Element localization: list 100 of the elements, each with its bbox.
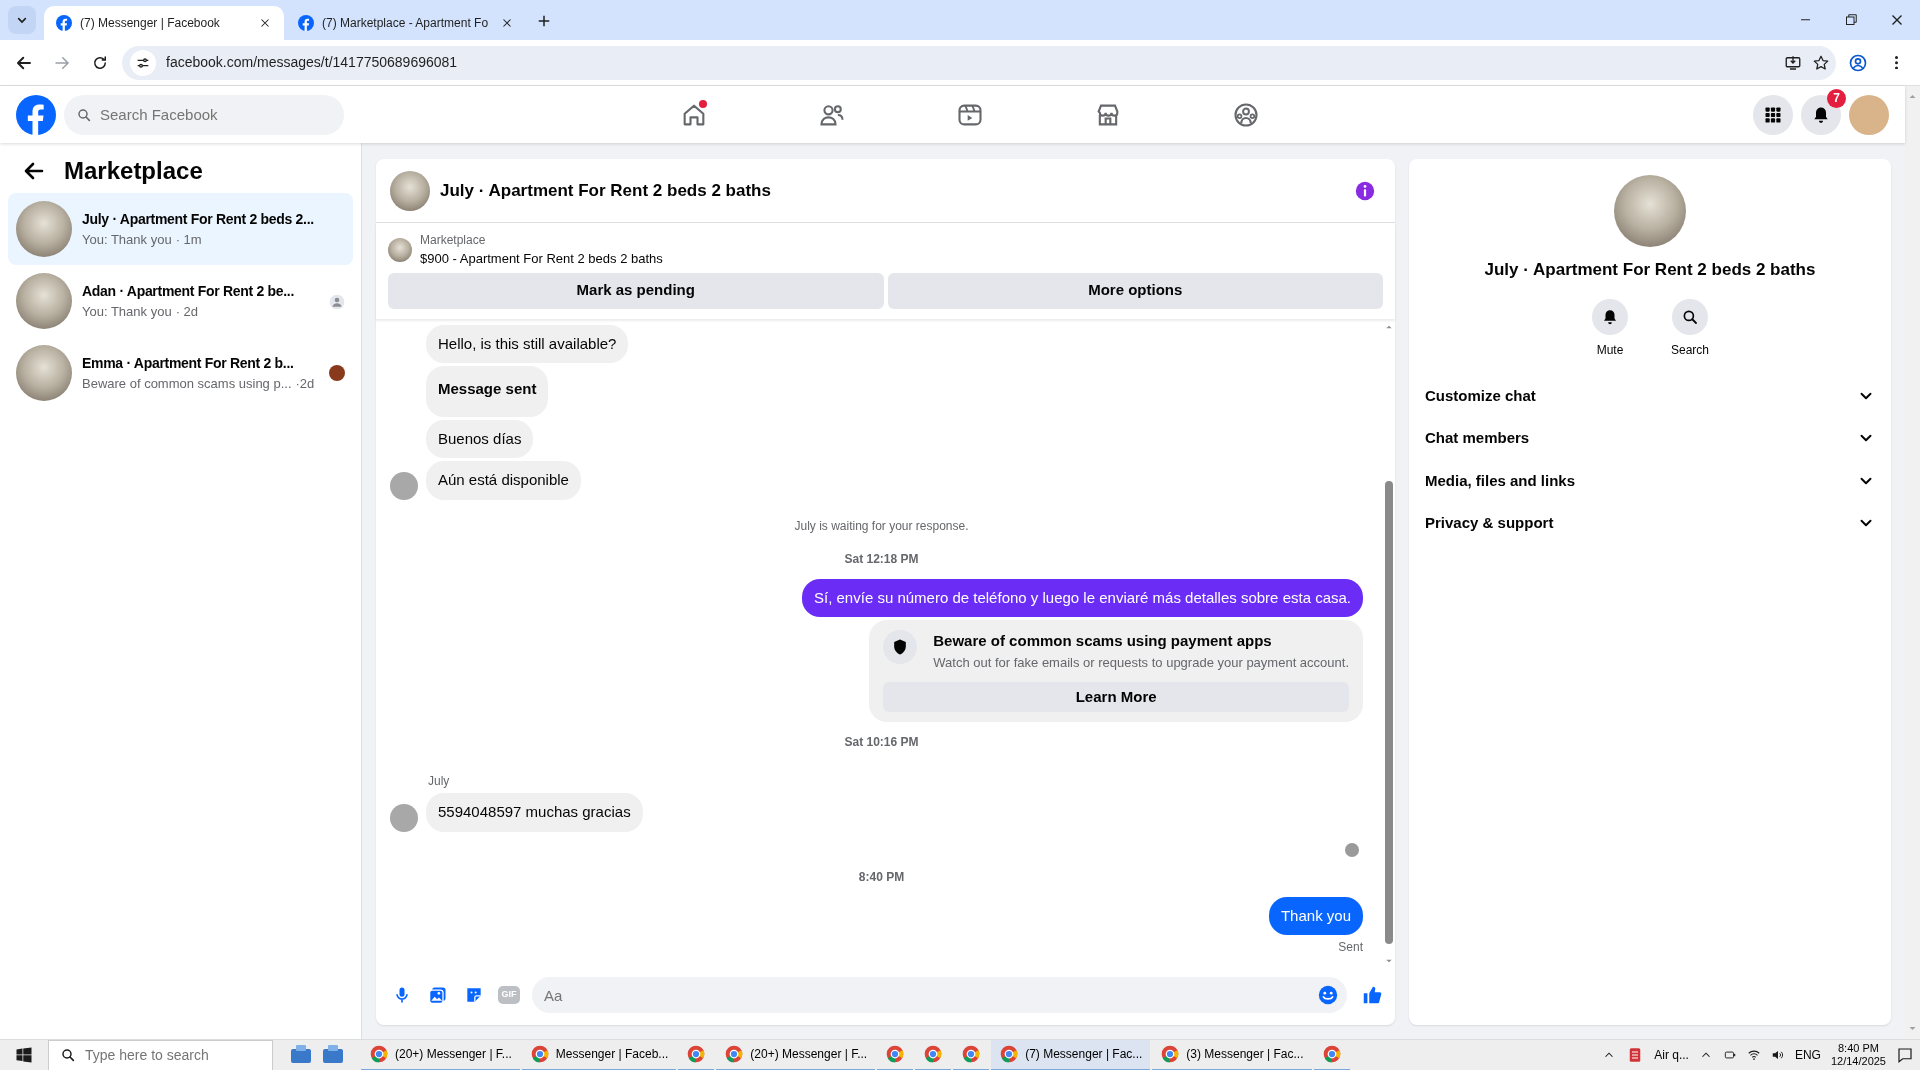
more-icon <box>1894 55 1898 70</box>
message-bubble: Hello, is this still available? <box>426 324 629 363</box>
chrome-icon <box>1160 1044 1181 1064</box>
facebook-logo-icon <box>298 15 314 31</box>
photo-placeholder <box>390 170 430 211</box>
taskbar-search-field[interactable]: Type here to search <box>48 1039 273 1070</box>
search-field[interactable]: Search Facebook <box>64 94 344 135</box>
language-indicator[interactable]: ENG <box>1794 1046 1821 1064</box>
action-button[interactable]: Mark as pending <box>388 272 884 309</box>
chrome-icon <box>724 1044 745 1064</box>
tab-search-button[interactable] <box>8 6 36 34</box>
clock-date: 12/14/2025 <box>1830 1055 1886 1069</box>
message-preview: Beware of common scams using p... <box>82 374 292 393</box>
seen-avatar <box>1345 842 1359 857</box>
sender-name: July <box>427 773 451 790</box>
reload-icon <box>91 53 109 72</box>
wifi-icon[interactable] <box>1746 1048 1761 1062</box>
speaker-icon[interactable] <box>1770 1048 1785 1062</box>
chrome-icon <box>999 1044 1020 1064</box>
taskbar-app[interactable]: Messenger | Faceb... <box>521 1039 677 1070</box>
thumbs-up-icon <box>1361 984 1383 1006</box>
notifications-icon[interactable] <box>1896 1046 1914 1064</box>
section-toggle[interactable]: Media, files and links <box>1425 459 1875 502</box>
photo-placeholder <box>388 237 412 262</box>
install-app-icon[interactable] <box>1784 53 1802 72</box>
facebook-logo-icon <box>56 15 72 31</box>
photo-placeholder <box>16 345 72 401</box>
conversation-item[interactable]: Emma · Apartment For Rent 2 b... Beware of common scams using p... ·2d <box>8 337 353 409</box>
message-input[interactable]: Aa <box>532 977 1347 1013</box>
conversation-name: Adan · Apartment For Rent 2 be... <box>82 281 296 301</box>
clock-time: 8:40 PM <box>1838 1041 1879 1055</box>
conversation-item[interactable]: Adan · Apartment For Rent 2 be... You: Thank you · 2d <box>8 265 353 337</box>
chrome-icon <box>1321 1044 1342 1064</box>
warning-text: Watch out for fake emails or requests to upgrade your payment account. <box>933 653 1349 672</box>
search-button[interactable]: Search <box>1662 298 1718 359</box>
status-text: July is waiting for your response. <box>794 517 969 535</box>
bell-icon <box>1601 307 1619 326</box>
menu-button[interactable] <box>1753 94 1793 135</box>
scroll-down-icon <box>1385 957 1393 965</box>
timestamp: Sat 12:18 PM <box>844 550 919 568</box>
listing-title: $900 - Apartment For Rent 2 beds 2 baths <box>420 250 663 268</box>
message-time: · 2d <box>175 302 199 321</box>
page-title: Marketplace <box>64 156 203 186</box>
windows-logo-icon <box>15 1046 33 1064</box>
chrome-icon <box>529 1044 550 1064</box>
weather-text: Air q... <box>1654 1047 1689 1064</box>
mute-button[interactable]: Mute <box>1582 298 1638 359</box>
conversation-item[interactable]: July · Apartment For Rent 2 beds 2... You: Thank you · 1m <box>8 193 353 265</box>
learn-more-button[interactable]: Learn More <box>883 682 1349 712</box>
search-icon <box>76 106 92 123</box>
delivery-status: Sent <box>1338 939 1363 956</box>
message-bubble: Buenos días <box>426 419 534 458</box>
message-bubble: Thank you <box>1268 896 1363 935</box>
section-toggle[interactable]: Customize chat <box>1425 374 1875 417</box>
message-bubble: Sí, envíe su número de teléfono y luego le enviaré más detalles sobre esta casa. <box>802 578 1363 617</box>
chrome-icon <box>369 1044 389 1064</box>
minimize-icon <box>1800 19 1810 21</box>
timestamp: Sat 10:16 PM <box>844 734 919 751</box>
action-button[interactable]: More options <box>887 272 1383 309</box>
taskbar-app[interactable]: (3) Messenger | Fac... <box>1152 1039 1312 1070</box>
section-toggle[interactable]: Chat members <box>1425 417 1875 460</box>
message-bubble: 5594048597 muchas gracias <box>426 793 643 832</box>
message-time: ·2d <box>295 374 315 393</box>
conversation-name: July · Apartment For Rent 2 beds 2... <box>82 209 315 229</box>
scroll-up-icon <box>1908 92 1917 101</box>
conversation-name: Emma · Apartment For Rent 2 b... <box>82 353 295 373</box>
facebook-logo-icon[interactable] <box>16 94 56 135</box>
section-toggle[interactable]: Privacy & support <box>1425 502 1875 545</box>
taskbar-app[interactable]: (7) Messenger | Fac... <box>991 1039 1151 1070</box>
photo-placeholder <box>16 273 72 329</box>
chrome-icon <box>686 1044 707 1064</box>
photo-placeholder <box>16 201 72 257</box>
taskbar-app[interactable]: (20+) Messenger | F... <box>361 1039 520 1070</box>
message-preview: You: Thank you <box>82 302 172 321</box>
info-icon <box>1354 179 1376 202</box>
message-bubble: Aún está disponible <box>426 461 581 500</box>
browser-tab[interactable]: (7) Marketplace - Apartment Fo <box>286 6 526 40</box>
chrome-icon <box>885 1044 906 1064</box>
browser-tab[interactable]: (7) Messenger | Facebook <box>44 6 284 40</box>
warning-title: Beware of common scams using payment apps <box>933 631 1273 651</box>
emoji-icon[interactable] <box>1317 984 1339 1006</box>
address-bar[interactable]: facebook.com/messages/t/1417750689696081 <box>122 45 1836 80</box>
photo-icon <box>428 985 448 1005</box>
battery-icon[interactable] <box>1722 1048 1737 1062</box>
search-icon <box>60 1047 76 1063</box>
chat-title: July · Apartment For Rent 2 beds 2 baths <box>440 179 772 202</box>
scrollbar-thumb[interactable] <box>1385 480 1393 945</box>
message-bubble: Message sent <box>426 366 549 417</box>
scroll-down-icon <box>1908 1024 1917 1033</box>
group-icon <box>1231 100 1260 129</box>
bookmark-star-icon[interactable] <box>1812 53 1830 72</box>
chrome-icon <box>923 1044 944 1064</box>
page-scrollbar[interactable] <box>1905 86 1920 1039</box>
notification-badge: 7 <box>1827 88 1846 108</box>
notifications-button[interactable] <box>1801 94 1841 135</box>
url-text: facebook.com/messages/t/1417750689696081 <box>166 53 459 72</box>
sticker-icon <box>464 985 484 1005</box>
taskbar-app[interactable]: (20+) Messenger | F... <box>716 1039 876 1070</box>
profile-icon <box>1848 52 1868 73</box>
chat-title: July · Apartment For Rent 2 beds 2 baths <box>1483 259 1817 281</box>
